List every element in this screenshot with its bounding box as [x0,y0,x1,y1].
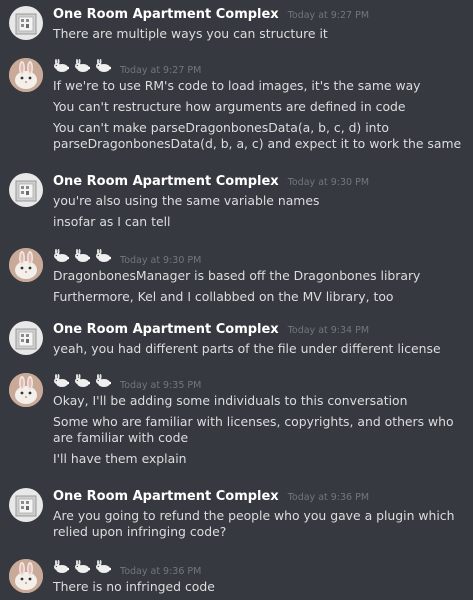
message-author[interactable]: One Room Apartment Complex [53,489,279,504]
message-author[interactable] [53,560,111,574]
message-text: you're also using the same variable name… [53,193,320,208]
bunny-avatar-icon[interactable] [9,58,43,92]
rabbit-emoji-icon [74,59,90,73]
bunny-avatar-icon[interactable] [9,248,43,282]
message-author[interactable]: One Room Apartment Complex [53,174,279,189]
rabbit-emoji-icon [95,560,111,574]
message-timestamp: Today at 9:34 PM [287,325,370,336]
bunny-avatar-icon[interactable] [9,559,43,593]
rabbit-emoji-icon [53,560,69,574]
message-author[interactable]: One Room Apartment Complex [53,322,279,337]
message-text: insofar as I can tell [53,214,171,229]
chat-message-list: One Room Apartment Complex Today at 9:27… [0,0,473,599]
rabbit-emoji-icon [53,374,69,388]
message-text: Some who are familiar with licenses, cop… [53,414,454,445]
rabbit-emoji-icon [53,59,69,73]
message-text: yeah, you had different parts of the fil… [53,341,441,356]
message-author[interactable] [53,374,111,388]
rabbit-emoji-icon [53,249,69,263]
rabbit-emoji-icon [95,249,111,263]
message-text: You can't restructure how arguments are … [53,99,406,114]
message-timestamp: Today at 9:35 PM [120,380,202,391]
message-timestamp: Today at 9:27 PM [120,65,202,76]
message-author[interactable] [53,249,111,263]
message-timestamp: Today at 9:27 PM [287,10,370,21]
message-author[interactable]: One Room Apartment Complex [53,7,279,22]
message-text: There is no infringed code [53,579,215,594]
message-text: Are you going to refund the people who y… [53,508,455,539]
message-timestamp: Today at 9:36 PM [120,566,202,577]
apartment-building-icon[interactable] [9,321,43,355]
message-text: I'll have them explain [53,451,187,466]
rabbit-emoji-icon [74,249,90,263]
rabbit-emoji-icon [95,59,111,73]
message-author[interactable] [53,59,111,73]
message-text: DragonbonesManager is based off the Drag… [53,268,421,283]
message-text: There are multiple ways you can structur… [53,26,328,41]
message-timestamp: Today at 9:30 PM [287,177,370,188]
message-text: Furthermore, Kel and I collabbed on the … [53,289,394,304]
message-timestamp: Today at 9:36 PM [287,492,370,503]
rabbit-emoji-icon [74,374,90,388]
message-text: Okay, I'll be adding some individuals to… [53,393,408,408]
apartment-building-icon[interactable] [9,488,43,522]
bunny-avatar-icon[interactable] [9,373,43,407]
rabbit-emoji-icon [74,560,90,574]
rabbit-emoji-icon [95,374,111,388]
apartment-building-icon[interactable] [9,6,43,40]
message-text: You can't make parseDragonbonesData(a, b… [53,120,462,151]
apartment-building-icon[interactable] [9,173,43,207]
message-text: If we're to use RM's code to load images… [53,78,421,93]
message-timestamp: Today at 9:30 PM [120,255,202,266]
